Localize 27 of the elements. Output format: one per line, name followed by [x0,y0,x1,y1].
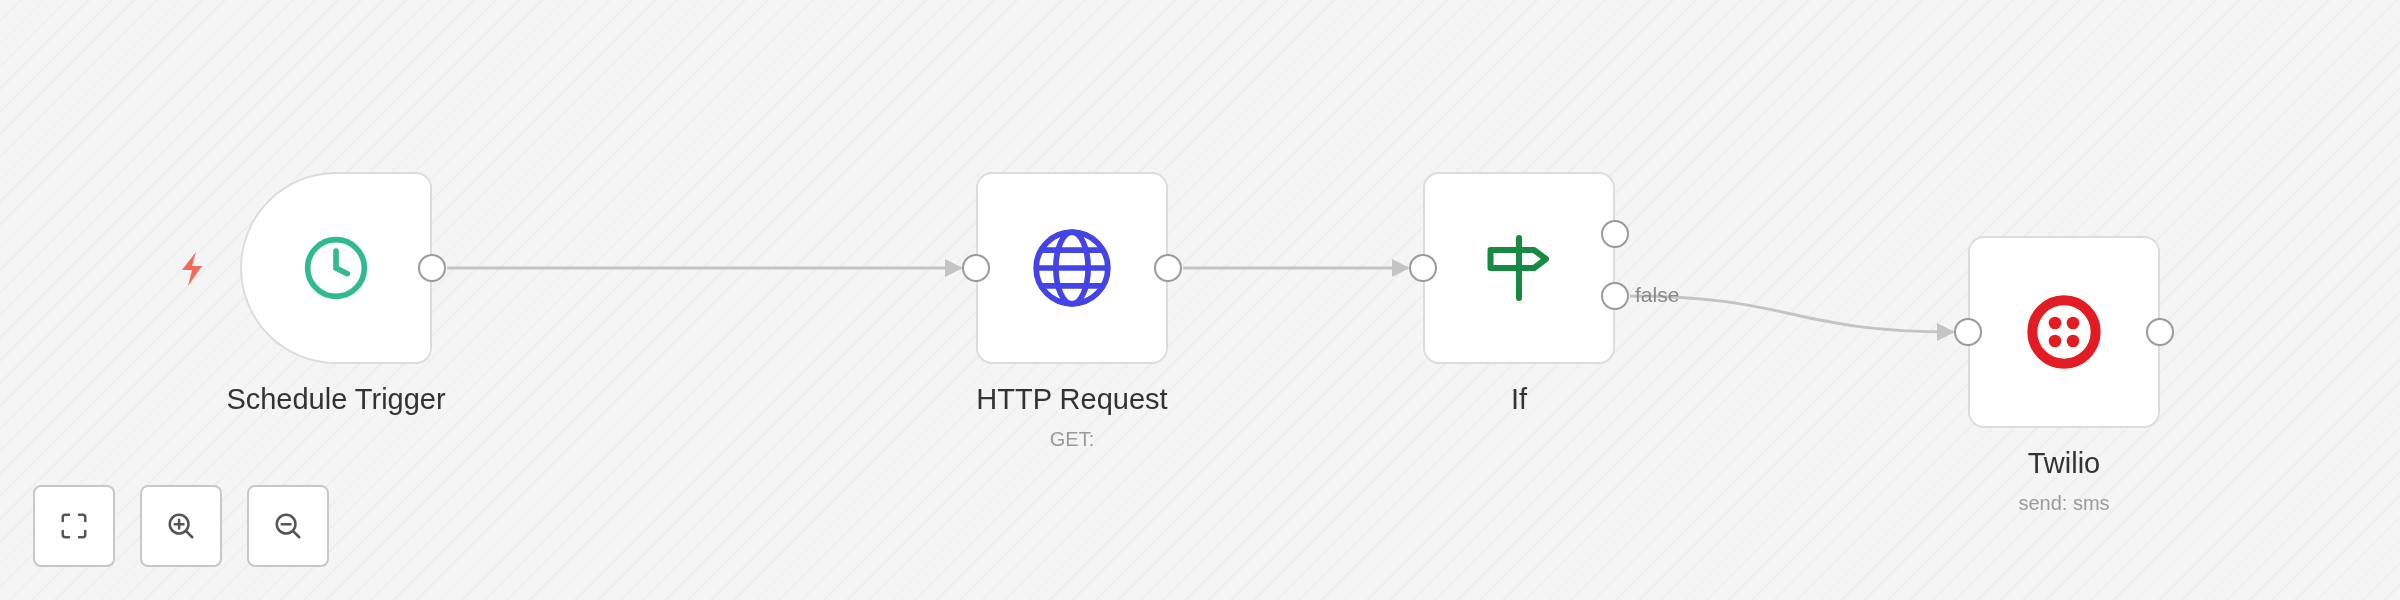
clock-icon [302,234,370,302]
fit-view-icon [59,511,89,541]
output-handle[interactable] [1154,254,1182,282]
node-card[interactable] [1968,236,2160,428]
fit-view-button[interactable] [33,485,115,567]
node-title: If [1510,382,1528,417]
logo-icon [2024,292,2104,372]
output-handle[interactable] [1601,220,1629,248]
node-subtitle: send: sms [2018,490,2110,515]
input-handle[interactable] [1409,254,1437,282]
zoom-in-icon [166,511,196,541]
node-subtitle: GET: [1049,426,1095,451]
node-card[interactable] [240,172,432,364]
node-title: HTTP Request [976,382,1168,417]
node-card[interactable] [976,172,1168,364]
zoom-out-icon [273,511,303,541]
output-handle[interactable] [1601,282,1629,310]
input-handle[interactable] [1954,318,1982,346]
output-handle[interactable] [418,254,446,282]
input-handle[interactable] [962,254,990,282]
node-title: Schedule Trigger [226,382,446,417]
node-card[interactable] [1423,172,1615,364]
zoom-out-button[interactable] [247,485,329,567]
node-title: Twilio [2027,446,2101,481]
zoom-in-button[interactable] [140,485,222,567]
branch-label: false [1635,284,1680,305]
output-handle[interactable] [2146,318,2174,346]
